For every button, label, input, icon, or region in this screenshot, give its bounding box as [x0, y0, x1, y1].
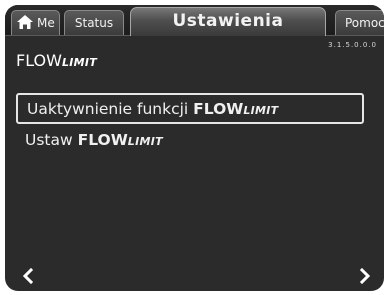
menu-item-set-flowlimit[interactable]: Ustaw FLOWLIMIT: [16, 126, 364, 157]
menu-item-brand: FLOW: [193, 100, 244, 118]
tab-home-label: Me: [37, 16, 55, 30]
tab-settings[interactable]: Ustawienia: [130, 7, 326, 36]
home-icon: [17, 15, 33, 29]
menu-item-brand-suffix: LIMIT: [127, 135, 163, 148]
menu-item-label: Uaktywnienie funkcji: [27, 100, 194, 118]
tab-status-label: Status: [74, 16, 114, 30]
menu-item-brand-suffix: LIMIT: [243, 104, 279, 117]
menu-item-brand: FLOW: [77, 131, 128, 149]
chevron-left-icon[interactable]: [19, 267, 37, 285]
menu-item-enable-flowlimit[interactable]: Uaktywnienie funkcji FLOWLIMIT: [16, 93, 364, 124]
page-title: FLOWLIMIT: [16, 51, 97, 73]
tab-home[interactable]: Me: [11, 10, 60, 35]
page-title-main: FLOW: [16, 51, 62, 70]
tab-settings-label: Ustawienia: [172, 11, 284, 31]
device-screen: Me Status Ustawienia Pomoc 3.1.5.0.0.0 F…: [5, 5, 384, 291]
menu-code: 3.1.5.0.0.0: [328, 41, 377, 49]
menu-item-label: Ustaw: [25, 131, 78, 149]
tab-status[interactable]: Status: [64, 10, 124, 35]
tab-help[interactable]: Pomoc: [335, 10, 384, 35]
settings-menu: Uaktywnienie funkcji FLOWLIMIT Ustaw FLO…: [16, 93, 364, 157]
page-title-suffix: LIMIT: [61, 56, 98, 69]
tab-bar: Me Status Ustawienia Pomoc: [5, 5, 384, 36]
chevron-right-icon[interactable]: [356, 267, 374, 285]
tab-help-label: Pomoc: [345, 16, 384, 30]
